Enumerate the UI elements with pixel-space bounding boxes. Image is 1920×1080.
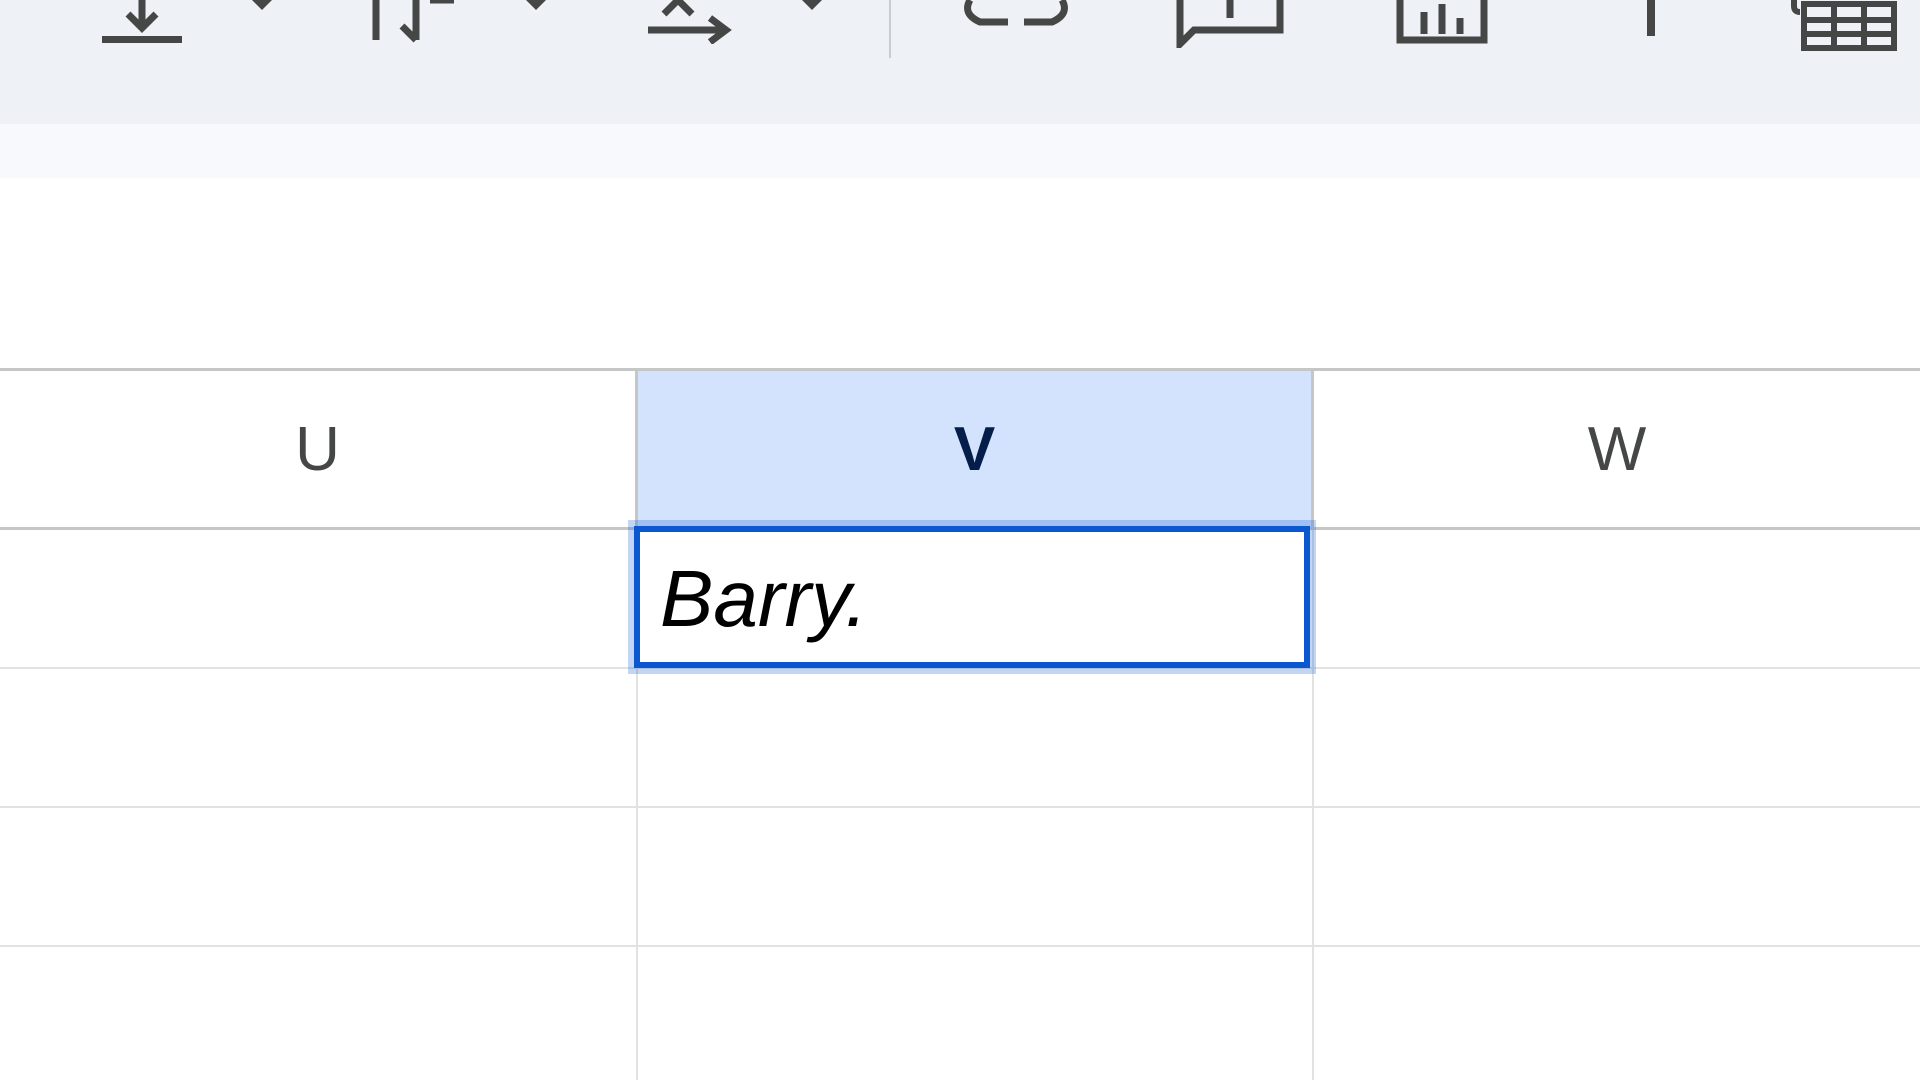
cell-u[interactable] (0, 669, 638, 806)
chevron-down-icon[interactable] (800, 0, 824, 20)
column-header-v[interactable]: V (638, 371, 1314, 527)
function-icon (1647, 0, 1655, 36)
toolbar (0, 0, 1920, 124)
table-row (0, 669, 1920, 808)
cell-grid: Barry. (0, 530, 1920, 1080)
cell-v[interactable] (638, 669, 1314, 806)
cell-w[interactable] (1314, 669, 1920, 806)
insert-table-button[interactable] (1790, 0, 1900, 56)
column-header-row: U V W (0, 368, 1920, 530)
cell-u[interactable] (0, 947, 638, 1080)
text-wrap-icon (372, 0, 454, 43)
table-row (0, 808, 1920, 947)
toolbar-separator (889, 0, 891, 58)
sheet-top-area (0, 178, 1920, 368)
column-header-w[interactable]: W (1314, 371, 1920, 527)
insert-link-button[interactable] (960, 0, 1072, 56)
download-icon (102, 0, 182, 43)
cell-w[interactable] (1314, 530, 1920, 667)
chevron-down-icon[interactable] (250, 0, 274, 20)
cell-v[interactable] (638, 808, 1314, 945)
comment-icon (1176, 0, 1284, 48)
cell-w[interactable] (1314, 808, 1920, 945)
cell-w[interactable] (1314, 947, 1920, 1080)
table-icon (1791, 0, 1897, 51)
column-header-u[interactable]: U (0, 371, 638, 527)
insert-chart-button[interactable] (1394, 0, 1490, 56)
text-rotation-button[interactable] (644, 0, 740, 56)
chart-icon (1396, 0, 1488, 44)
table-row (0, 947, 1920, 1080)
function-button[interactable] (1636, 0, 1666, 56)
formula-bar-strip (0, 124, 1920, 178)
cell-u[interactable] (0, 808, 638, 945)
text-rotation-icon (648, 0, 732, 44)
chevron-down-icon[interactable] (524, 0, 548, 20)
cell-v[interactable] (638, 947, 1314, 1080)
cell-v-active[interactable]: Barry. (638, 530, 1314, 667)
link-icon (964, 0, 1068, 26)
text-wrap-button[interactable] (368, 0, 460, 56)
cell-value: Barry. (660, 553, 868, 643)
insert-comment-button[interactable] (1176, 0, 1284, 56)
vertical-align-button[interactable] (96, 0, 188, 56)
table-row: Barry. (0, 530, 1920, 669)
cell-u[interactable] (0, 530, 638, 667)
